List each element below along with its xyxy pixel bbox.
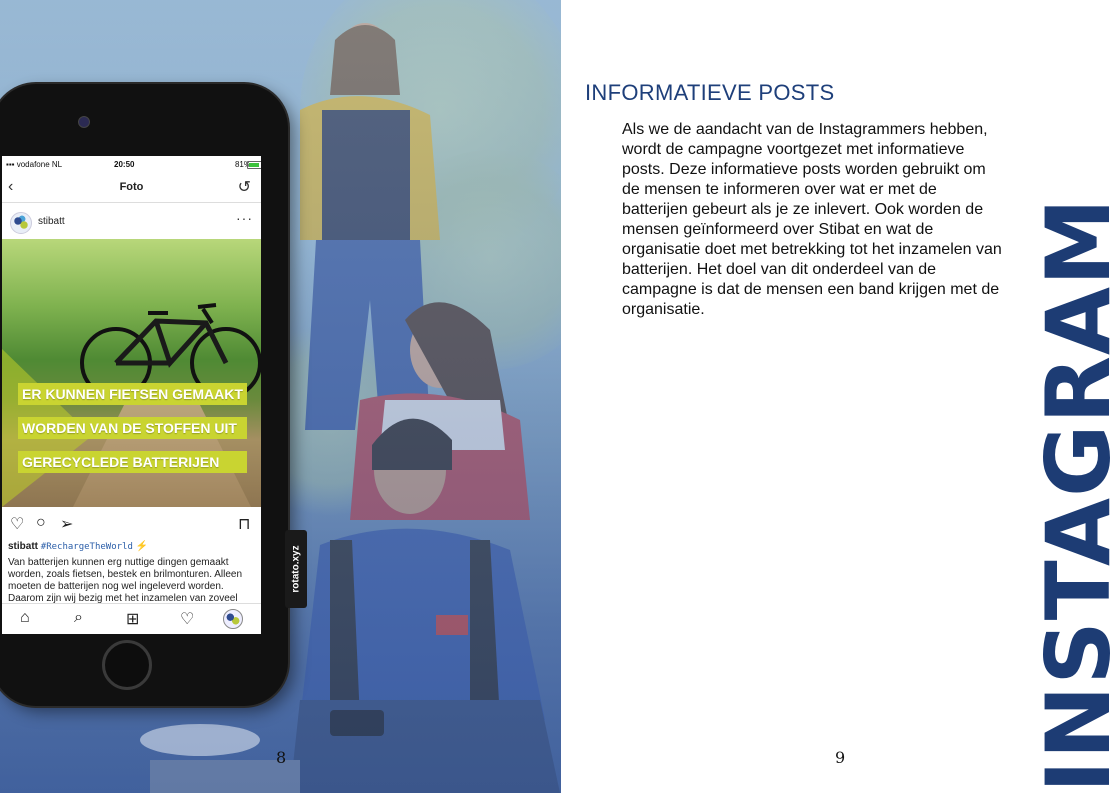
post-caption: stibatt #RechargeTheWorld ⚡ Van batterij…: [8, 541, 256, 605]
carrier-label: ▪▪▪ vodafone NL: [6, 160, 63, 169]
caption-line-3: GERECYCLEDE BATTERIJEN: [18, 451, 247, 473]
post-header: stibatt ···: [2, 203, 261, 239]
tab-bar: ⌂ ⌕ ⊞ ♡: [2, 603, 261, 634]
share-icon[interactable]: ➢: [60, 514, 73, 534]
post-username[interactable]: stibatt: [38, 216, 65, 227]
vertical-heading: INSTAGRAM: [1027, 197, 1118, 793]
avatar[interactable]: [10, 212, 32, 234]
caption-body: Van batterijen kunnen erg nuttige dingen…: [8, 557, 243, 604]
home-button[interactable]: [102, 640, 152, 690]
bookmark-icon[interactable]: ⊓: [238, 514, 250, 534]
rotato-label: rotato.xyz: [285, 530, 307, 608]
add-icon[interactable]: ⊞: [126, 609, 139, 629]
caption-username[interactable]: stibatt: [8, 541, 38, 552]
battery-icon: [247, 161, 261, 169]
camera-icon: [78, 116, 90, 128]
status-time: 20:50: [114, 160, 135, 169]
profile-tab-avatar[interactable]: [223, 609, 243, 629]
refresh-icon[interactable]: ↺: [238, 177, 251, 197]
post-actions: ♡ ○ ➢ ⊓: [2, 508, 261, 540]
more-icon[interactable]: ···: [236, 210, 253, 226]
nav-title: Foto: [119, 181, 144, 193]
search-icon[interactable]: ⌕: [74, 609, 83, 627]
page-number-right: 9: [835, 748, 846, 767]
phone-mockup: ▪▪▪ vodafone NL 20:50 81% ‹ Foto ↺ stiba…: [0, 84, 288, 706]
home-icon[interactable]: ⌂: [20, 609, 30, 627]
instagram-screen: ▪▪▪ vodafone NL 20:50 81% ‹ Foto ↺ stiba…: [2, 156, 261, 634]
caption-hashtag[interactable]: #RechargeTheWorld: [41, 542, 133, 552]
post-image-caption: ER KUNNEN FIETSEN GEMAAKT WORDEN VAN DE …: [18, 383, 247, 485]
lightning-icon: ⚡: [135, 541, 149, 552]
activity-icon[interactable]: ♡: [180, 609, 194, 629]
post-image: ER KUNNEN FIETSEN GEMAAKT WORDEN VAN DE …: [2, 239, 261, 507]
nav-bar: ‹ Foto ↺: [2, 174, 261, 203]
comment-icon[interactable]: ○: [36, 514, 46, 532]
caption-line-2: WORDEN VAN DE STOFFEN UIT: [18, 417, 247, 439]
status-bar: ▪▪▪ vodafone NL 20:50 81%: [2, 156, 261, 174]
caption-line-1: ER KUNNEN FIETSEN GEMAAKT: [18, 383, 247, 405]
page-number-left: 8: [276, 748, 287, 767]
heart-icon[interactable]: ♡: [10, 514, 24, 534]
left-page: ▪▪▪ vodafone NL 20:50 81% ‹ Foto ↺ stiba…: [0, 0, 561, 793]
right-page: INFORMATIEVE POSTS Als we de aandacht va…: [561, 0, 1118, 793]
body-paragraph: Als we de aandacht van de Instagrammers …: [622, 121, 1002, 318]
section-title: INFORMATIEVE POSTS: [585, 80, 835, 105]
